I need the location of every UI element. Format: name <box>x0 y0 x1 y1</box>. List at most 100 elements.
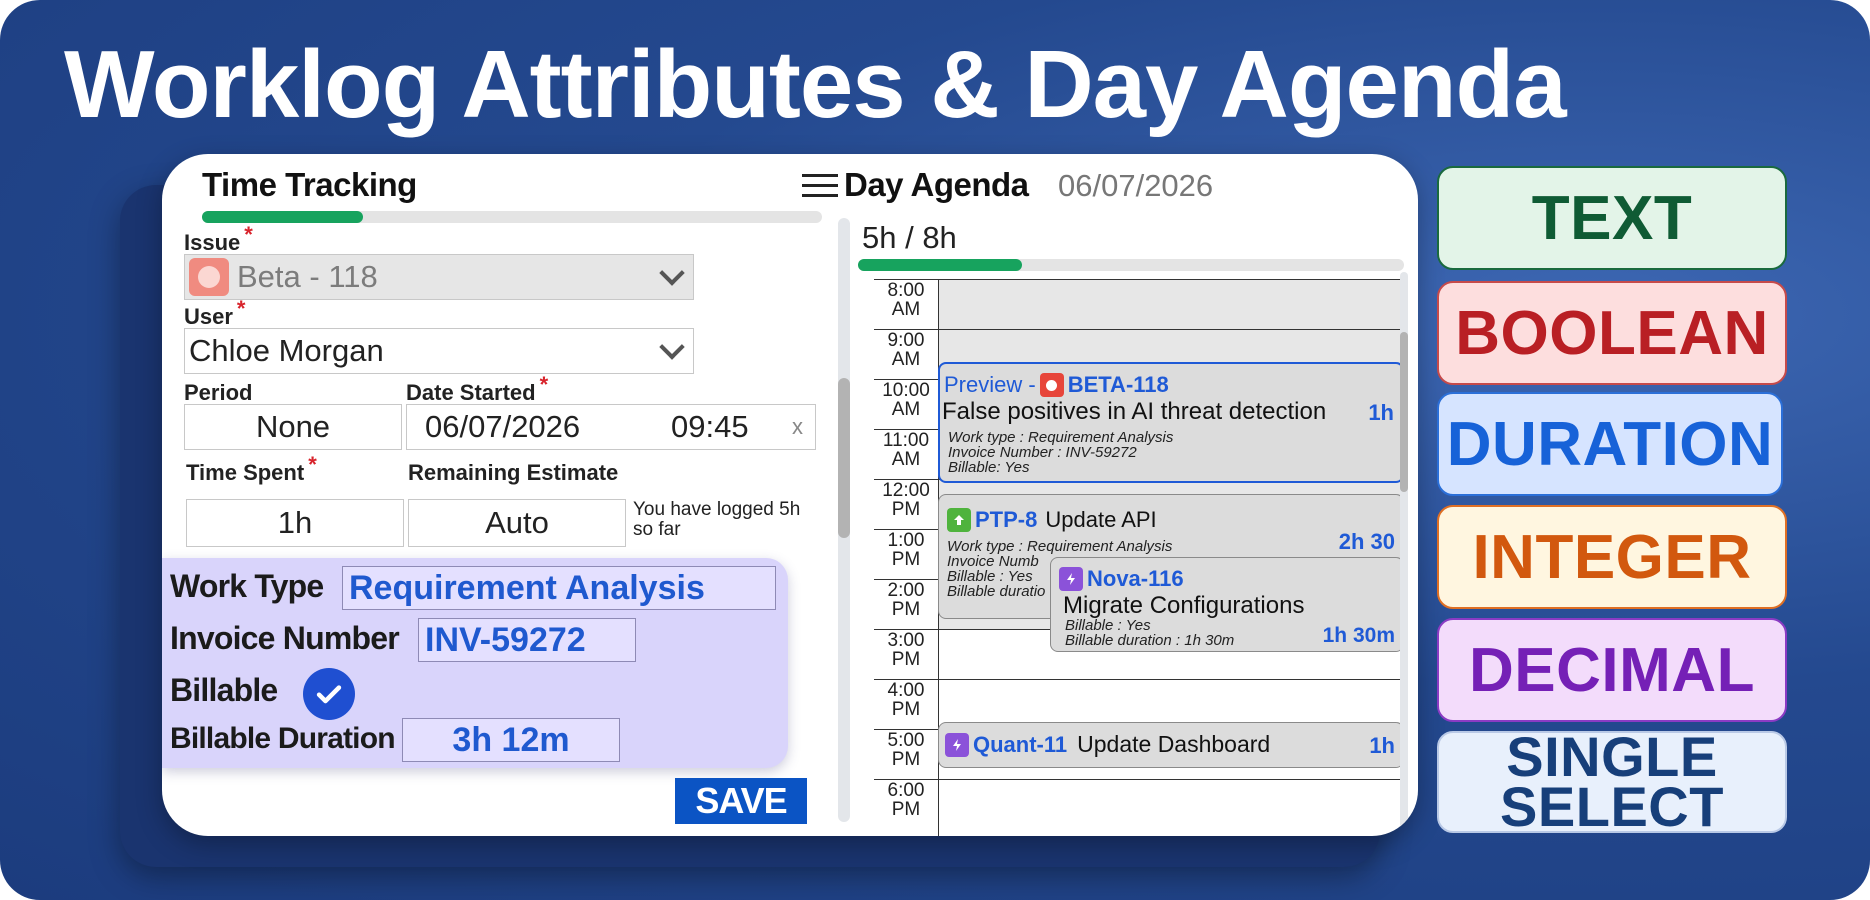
form-progress-bar <box>202 211 822 223</box>
hero-background: Worklog Attributes & Day Agenda Time Tra… <box>0 0 1870 900</box>
form-progress-fill <box>202 211 364 223</box>
worklog-event[interactable]: Quant-11 Update Dashboard 1h <box>938 722 1404 768</box>
issue-label: Issue * <box>184 222 253 255</box>
date-value: 06/07/2026 <box>425 409 581 444</box>
work-type-value[interactable]: Requirement Analysis <box>342 566 776 610</box>
event-summary: Update Dashboard <box>1077 731 1271 757</box>
time-spent-label: Time Spent * <box>186 452 317 485</box>
billable-checkbox[interactable] <box>303 668 355 720</box>
event-issue-key[interactable]: Nova-116 <box>1087 566 1184 592</box>
clear-date-icon[interactable]: x <box>792 414 803 440</box>
event-meta: Invoice Numb <box>947 553 1039 570</box>
headline: Worklog Attributes & Day Agenda <box>64 31 1567 138</box>
time-spent-value: 1h <box>277 505 313 540</box>
story-icon <box>947 508 971 532</box>
time-value: 09:45 <box>671 409 749 444</box>
event-meta: Billable duration : 1h 30m <box>1065 632 1235 649</box>
save-button[interactable]: SAVE <box>675 778 807 824</box>
chip-text: TEXT <box>1437 166 1787 270</box>
agenda-scrollbar[interactable] <box>1400 272 1408 832</box>
billable-duration-label: Billable Duration <box>170 722 396 755</box>
agenda-progress-bar <box>858 259 1404 271</box>
epic-icon <box>1059 567 1083 591</box>
remaining-value: Auto <box>485 505 549 540</box>
event-duration: 1h 30m <box>1322 624 1395 647</box>
work-type-label: Work Type <box>170 568 324 604</box>
chevron-down-icon <box>659 260 685 286</box>
issue-select[interactable]: Beta - 118 <box>184 254 694 300</box>
logged-note: You have logged 5h so far <box>633 499 801 540</box>
date-started-field[interactable]: 06/07/2026 09:45 x <box>406 404 816 450</box>
event-meta: Billable: Yes <box>948 459 1030 476</box>
app-card: Time Tracking Issue * Beta - 118 User * Ch… <box>162 154 1418 836</box>
date-started-label: Date Started * <box>406 372 549 405</box>
period-value: None <box>255 409 331 444</box>
time-label: 9:00 AM <box>887 330 925 370</box>
form-title: Time Tracking <box>202 166 417 203</box>
user-select[interactable]: Chloe Morgan <box>184 328 694 374</box>
time-label: 1:00 PM <box>887 530 925 570</box>
event-meta: Work type : Requirement Analysis <box>947 538 1173 555</box>
chip-duration: DURATION <box>1437 392 1783 496</box>
event-summary: Update API <box>1045 507 1157 532</box>
menu-icon[interactable] <box>802 174 838 200</box>
user-value: Chloe Morgan <box>189 333 384 368</box>
checkmark-icon <box>316 685 342 704</box>
event-summary: Migrate Configurations <box>1063 592 1305 619</box>
remaining-estimate-label: Remaining Estimate <box>408 460 619 485</box>
event-issue-key[interactable]: BETA-118 <box>1068 372 1169 398</box>
worklog-attributes-panel: Work Type Requirement Analysis Invoice N… <box>162 558 788 768</box>
worklog-event[interactable]: Nova-116 Migrate Configurations Billable… <box>1050 557 1404 652</box>
period-label: Period <box>184 380 253 405</box>
period-select[interactable]: None <box>184 404 402 450</box>
logged-hours-summary: 5h / 8h <box>862 220 957 255</box>
event-issue-key[interactable]: PTP-8 <box>975 507 1037 533</box>
event-duration: 2h 30 <box>1338 529 1395 554</box>
time-label: 2:00 PM <box>887 580 925 620</box>
time-slot[interactable]: 8:00 AM <box>874 279 1404 329</box>
form-scrollbar[interactable] <box>838 218 850 822</box>
agenda-scroll-thumb[interactable] <box>1400 332 1408 492</box>
event-duration: 1h <box>1369 733 1395 758</box>
invoice-number-label: Invoice Number <box>170 620 400 656</box>
issue-value: Beta - 118 <box>237 259 378 294</box>
billable-label: Billable <box>170 672 278 708</box>
agenda-progress-fill <box>858 259 1022 271</box>
time-label: 10:00 AM <box>882 380 930 420</box>
chip-decimal: DECIMAL <box>1437 618 1787 722</box>
remaining-estimate-input[interactable]: Auto <box>408 499 626 547</box>
time-label: 4:00 PM <box>887 680 925 720</box>
time-label: 5:00 PM <box>887 730 925 770</box>
time-spent-input[interactable]: 1h <box>186 499 404 547</box>
bug-icon <box>1039 373 1064 397</box>
event-duration: 1h <box>1368 400 1394 425</box>
time-label: 6:00 PM <box>887 780 925 820</box>
event-summary: False positives in AI threat detection <box>942 398 1327 425</box>
preview-prefix: Preview - <box>944 372 1036 397</box>
billable-duration-value[interactable]: 3h 12m <box>402 718 620 762</box>
chip-boolean: BOOLEAN <box>1437 281 1787 385</box>
time-label: 11:00 AM <box>882 430 930 470</box>
bug-icon <box>189 258 229 296</box>
epic-icon <box>945 732 969 757</box>
event-meta: Billable : Yes <box>947 568 1033 585</box>
event-issue-key[interactable]: Quant-11 <box>973 732 1067 758</box>
event-meta: Invoice Number : INV-59272 <box>948 444 1137 461</box>
preview-event[interactable]: Preview - BETA-118 False positives in AI… <box>938 362 1404 483</box>
event-meta: Billable duratio <box>947 583 1046 600</box>
form-scroll-thumb[interactable] <box>838 378 850 538</box>
time-label: 3:00 PM <box>887 630 925 670</box>
event-meta: Work type : Requirement Analysis <box>948 429 1174 446</box>
chip-integer: INTEGER <box>1437 505 1787 609</box>
chip-single-select: SINGLE SELECT <box>1437 729 1787 838</box>
time-label: 8:00 AM <box>887 280 925 320</box>
agenda-title: Day Agenda <box>844 166 1029 203</box>
time-slot[interactable]: 6:00 PM <box>874 779 1404 829</box>
agenda-date: 06/07/2026 <box>1058 168 1214 203</box>
user-label: User * <box>184 296 246 329</box>
chip-single-line2: SELECT <box>1500 775 1724 838</box>
time-label: 12:00 PM <box>882 480 930 520</box>
event-meta: Billable : Yes <box>1065 617 1151 634</box>
invoice-number-value[interactable]: INV-59272 <box>418 618 636 662</box>
chevron-down-icon <box>659 334 685 360</box>
